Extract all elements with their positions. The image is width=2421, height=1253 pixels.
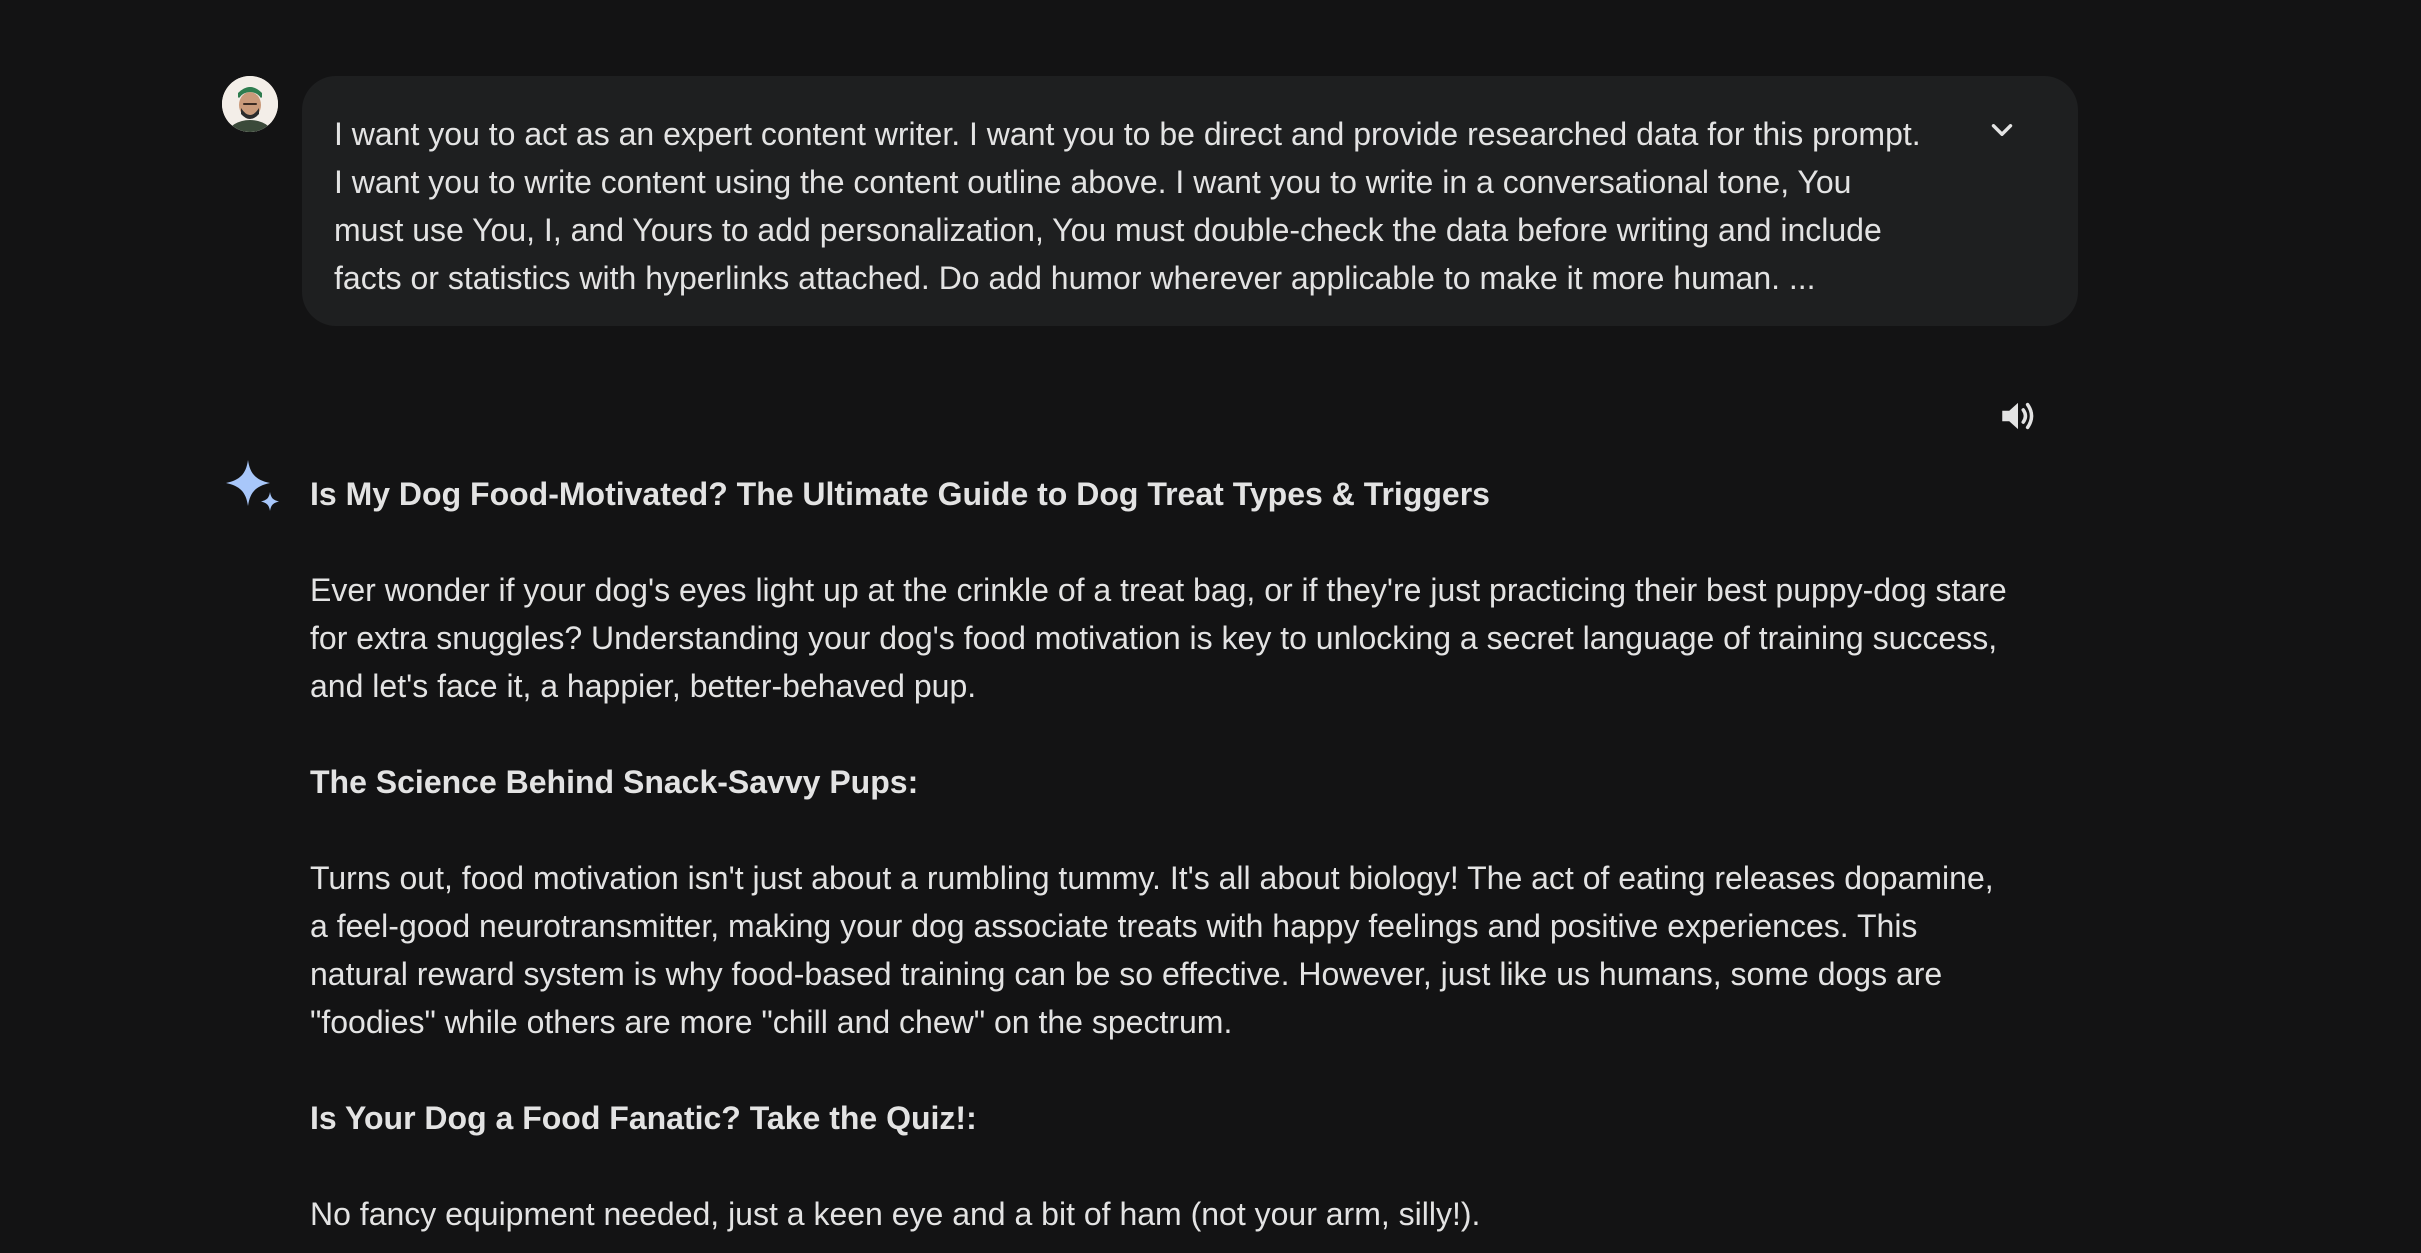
response-title: Is My Dog Food-Motivated? The Ultimate G… — [310, 476, 1490, 512]
section-body-science: Turns out, food motivation isn't just ab… — [310, 860, 1994, 1040]
chat-page: I want you to act as an expert content w… — [0, 0, 2421, 1253]
chevron-down-icon — [1991, 124, 2013, 136]
section-body-quiz: No fancy equipment needed, just a keen e… — [310, 1196, 1481, 1232]
read-aloud-button[interactable] — [1990, 388, 2046, 444]
user-prompt-text: I want you to act as an expert content w… — [334, 116, 1921, 296]
user-avatar[interactable] — [222, 76, 278, 132]
response-intro-paragraph: Ever wonder if your dog's eyes light up … — [310, 572, 2007, 704]
gemini-sparkle-icon — [222, 458, 286, 518]
expand-prompt-button[interactable] — [1974, 102, 2030, 158]
avatar-icon — [222, 76, 278, 132]
user-prompt-bubble: I want you to act as an expert content w… — [302, 76, 2078, 326]
volume-icon — [2002, 402, 2034, 430]
section-heading-science: The Science Behind Snack-Savvy Pups: — [310, 764, 919, 800]
section-heading-quiz: Is Your Dog a Food Fanatic? Take the Qui… — [310, 1100, 977, 1136]
model-response: Is My Dog Food-Motivated? The Ultimate G… — [310, 470, 2010, 1238]
